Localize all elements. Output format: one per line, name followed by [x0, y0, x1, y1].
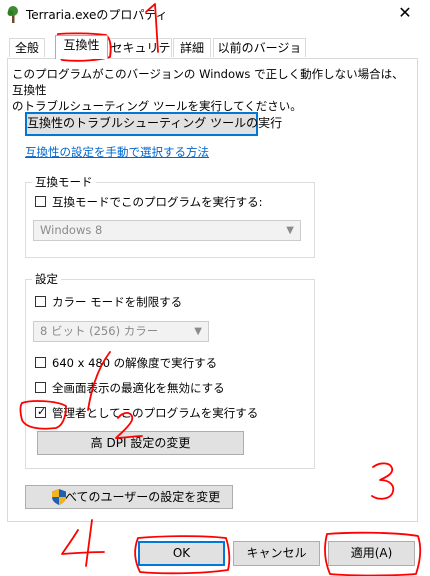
chevron-down-icon: ▼ [286, 225, 294, 236]
all-users-button[interactable]: すべてのユーザーの設定を変更 [25, 485, 233, 509]
fullscreen-opt-checkbox[interactable] [35, 382, 46, 393]
checkmark-icon: ✓ [37, 405, 47, 418]
intro-line-1: このプログラムがこのバージョンの Windows で正しく動作しない場合は、互換… [12, 67, 404, 97]
tab-details[interactable]: 詳細 [173, 38, 211, 57]
run-as-admin-label: 管理者としてこのプログラムを実行する [52, 406, 259, 420]
tab-previous-versions[interactable]: 以前のバージョン [213, 38, 306, 74]
manual-settings-link[interactable]: 互換性の設定を手動で選択する方法 [25, 144, 209, 160]
color-mode-value: 8 ビット (256) カラー [40, 324, 159, 338]
reduced-color-label: カラー モードを制限する [52, 295, 183, 309]
compat-os-value: Windows 8 [40, 223, 103, 237]
cancel-button[interactable]: キャンセル [233, 541, 320, 566]
color-mode-select[interactable]: 8 ビット (256) カラー ▼ [33, 321, 209, 342]
tab-compatibility[interactable]: 互換性 [55, 35, 108, 59]
fullscreen-opt-label: 全画面表示の最適化を無効にする [52, 381, 225, 395]
run-as-admin-checkbox[interactable]: ✓ [35, 405, 47, 418]
close-button[interactable]: ✕ [392, 2, 418, 24]
annotation-digit-4-stem [85, 519, 93, 567]
tab-security[interactable]: セキュリティ [109, 38, 172, 74]
troubleshoot-button[interactable]: 互換性のトラブルシューティング ツールの実行 [25, 112, 282, 136]
compat-os-select[interactable]: Windows 8 ▼ [33, 220, 301, 241]
apply-button[interactable]: 適用(A) [328, 541, 415, 566]
intro-text: このプログラムがこのバージョンの Windows で正しく動作しない場合は、互換… [12, 66, 412, 114]
compat-mode-legend: 互換モード [32, 174, 96, 190]
res-640-checkbox[interactable] [35, 357, 46, 368]
reduced-color-checkbox[interactable] [35, 296, 46, 307]
chevron-down-icon: ▼ [194, 326, 202, 337]
res-640-label: 640 x 480 の解像度で実行する [52, 356, 218, 370]
shield-icon [52, 489, 66, 512]
tab-general[interactable]: 全般 [9, 38, 45, 57]
ok-button[interactable]: OK [138, 541, 225, 566]
settings-legend: 設定 [32, 271, 61, 287]
compat-mode-checkbox[interactable] [35, 196, 46, 207]
all-users-label: すべてのユーザーの設定を変更 [53, 490, 221, 504]
annotation-digit-4 [61, 529, 105, 555]
app-icon [6, 5, 20, 23]
window-title: Terraria.exeのプロパティ [26, 8, 168, 22]
high-dpi-button[interactable]: 高 DPI 設定の変更 [37, 431, 244, 455]
compat-mode-label: 互換モードでこのプログラムを実行する: [52, 195, 263, 209]
